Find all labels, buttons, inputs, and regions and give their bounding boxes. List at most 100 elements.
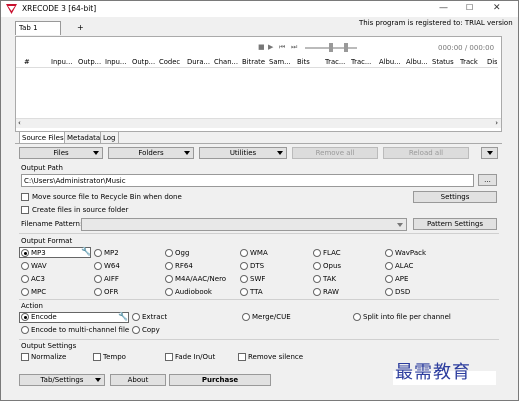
encode-radio[interactable] [21,313,29,321]
remove-all-button[interactable]: Remove all [292,147,378,159]
wrench-icon[interactable]: 🔧 [118,312,128,321]
tab-log[interactable]: Log [100,131,119,143]
next-icon[interactable]: ⏭ [291,43,297,52]
format-ogg-radio[interactable] [165,249,173,257]
files-button[interactable]: Files [19,147,103,159]
col-track-2[interactable]: Trac... [351,58,375,66]
format-wavpack-radio[interactable] [385,249,393,257]
scroll-left-icon[interactable]: ‹ [18,119,21,127]
minimize-button[interactable]: — [439,3,448,13]
chevron-down-icon [95,378,101,382]
tempo-checkbox[interactable] [93,353,101,361]
col-bitrate[interactable]: Bitrate [242,58,265,66]
registration-text: This program is registered to: TRIAL ver… [359,19,513,27]
format-tak-radio[interactable] [313,275,321,283]
wrench-icon[interactable]: 🔧 [81,247,91,256]
filename-pattern-dropdown[interactable] [81,218,407,231]
format-tta-label: TTA [250,288,263,296]
folders-button[interactable]: Folders [108,147,194,159]
chevron-down-icon [277,151,283,155]
format-dsd-label: DSD [395,288,411,296]
col-track-1[interactable]: Trac... [325,58,349,66]
remove-silence-checkbox[interactable] [238,353,246,361]
format-dts-radio[interactable] [240,262,248,270]
col-channels[interactable]: Chan... [214,58,239,66]
horizontal-scrollbar[interactable]: ‹ › [16,118,501,128]
stop-icon[interactable]: ■ [258,43,265,51]
tab-settings-button[interactable]: Tab/Settings [19,374,105,386]
copy-radio[interactable] [132,326,140,334]
col-codec[interactable]: Codec [159,58,180,66]
chevron-down-icon [487,151,493,155]
format-ofr-radio[interactable] [94,288,102,296]
col-status[interactable]: Status [432,58,454,66]
previous-icon[interactable]: ⏮ [279,43,285,52]
format-ogg-label: Ogg [175,249,190,257]
format-audiobook-radio[interactable] [165,288,173,296]
format-wav-radio[interactable] [21,262,29,270]
col-album-1[interactable]: Albu... [379,58,403,66]
more-menu-button[interactable] [481,147,498,159]
output-settings-button[interactable]: Settings [413,191,497,203]
format-alac-radio[interactable] [385,262,393,270]
divider [19,233,499,234]
format-raw-radio[interactable] [313,288,321,296]
col-track[interactable]: Track [460,58,478,66]
scroll-right-icon[interactable]: › [495,119,498,127]
format-ac3-radio[interactable] [21,275,29,283]
format-mp2-radio[interactable] [94,249,102,257]
col-bits[interactable]: Bits [297,58,310,66]
output-settings-label: Output Settings [21,342,77,350]
format-wma-label: WMA [250,249,268,257]
extract-radio[interactable] [132,313,140,321]
format-flac-radio[interactable] [313,249,321,257]
add-tab-button[interactable]: + [77,23,84,32]
col-input-2[interactable]: Inpu... [105,58,127,66]
create-files-checkbox[interactable] [21,206,29,214]
maximize-button[interactable]: ☐ [466,3,473,12]
multichannel-radio[interactable] [21,326,29,334]
close-button[interactable]: ✕ [493,3,501,13]
col-duration[interactable]: Dura... [187,58,211,66]
play-icon[interactable]: ▶ [268,43,273,51]
format-wma-radio[interactable] [240,249,248,257]
tab-metadata[interactable]: Metadata [64,131,104,143]
chevron-down-icon [184,151,190,155]
format-rf64-radio[interactable] [165,262,173,270]
col-input-1[interactable]: Inpu... [51,58,73,66]
move-source-checkbox[interactable] [21,193,29,201]
tab-source-files[interactable]: Source Files [19,131,67,143]
app-logo-icon [6,4,17,14]
format-w64-radio[interactable] [94,262,102,270]
format-aiff-radio[interactable] [94,275,102,283]
reload-all-button[interactable]: Reload all [383,147,469,159]
seek-handle[interactable] [329,43,333,52]
format-dsd-radio[interactable] [385,288,393,296]
merge-cue-radio[interactable] [242,313,250,321]
volume-handle[interactable] [344,43,348,52]
tab-1[interactable]: Tab 1 [15,21,61,35]
pattern-settings-button[interactable]: Pattern Settings [413,218,497,230]
format-tta-radio[interactable] [240,288,248,296]
col-index[interactable]: # [24,58,30,66]
purchase-button[interactable]: Purchase [169,374,271,386]
col-output-2[interactable]: Outp... [132,58,155,66]
format-mp3-radio[interactable] [21,249,29,257]
col-album-2[interactable]: Albu... [406,58,430,66]
col-output-1[interactable]: Outp... [78,58,101,66]
format-mpc-radio[interactable] [21,288,29,296]
format-opus-radio[interactable] [313,262,321,270]
format-swf-radio[interactable] [240,275,248,283]
normalize-checkbox[interactable] [21,353,29,361]
browse-button[interactable]: ... [478,174,497,186]
format-m4a-aac-nero-radio[interactable] [165,275,173,283]
about-button[interactable]: About [110,374,166,386]
create-files-label: Create files in source folder [32,206,129,214]
fade-checkbox[interactable] [165,353,173,361]
format-ape-radio[interactable] [385,275,393,283]
col-disc[interactable]: Dis [487,58,497,66]
output-path-input[interactable]: C:\Users\Administrator\Music [21,174,474,187]
split-channel-radio[interactable] [353,313,361,321]
utilities-button[interactable]: Utilities [199,147,287,159]
col-samplerate[interactable]: Sam... [269,58,293,66]
